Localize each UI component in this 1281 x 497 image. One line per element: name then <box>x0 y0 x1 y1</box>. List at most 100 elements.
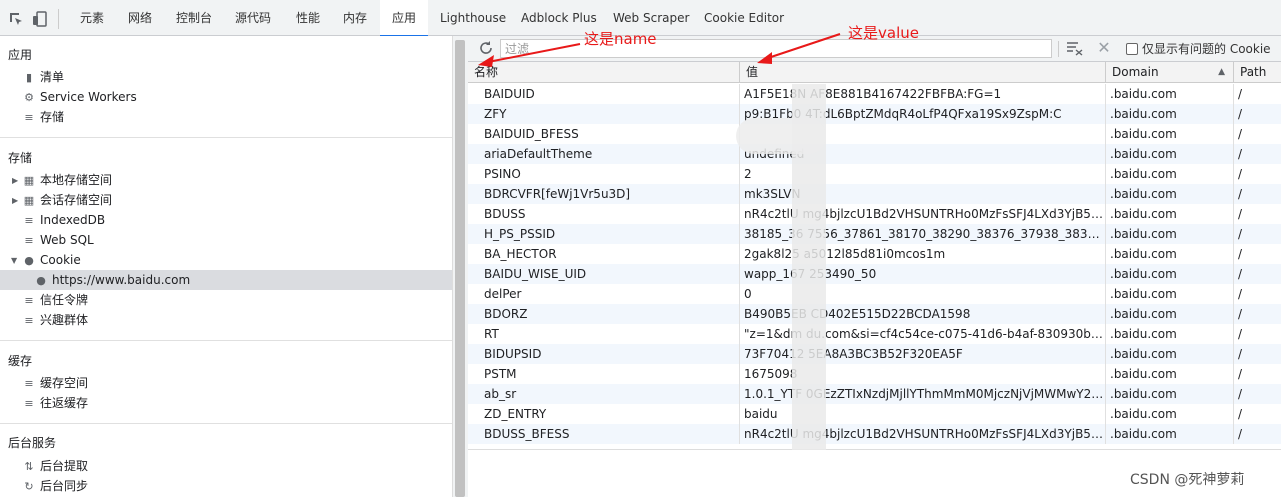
cell-path: / <box>1238 127 1243 141</box>
table-row[interactable]: BDORZ B490B5EB CD402E515D22BCDA1598 .baidu… <box>468 304 1281 324</box>
expand-arrow-icon[interactable]: ▶ <box>12 196 18 205</box>
cookie-icon: ● <box>36 274 46 287</box>
cell-name: BDUSS_BFESS <box>468 424 740 444</box>
up-down-arrows-icon: ⇅ <box>24 460 34 473</box>
tab-performance[interactable]: 性能 <box>296 0 320 36</box>
database-icon: ≡ <box>24 234 34 247</box>
table-row[interactable]: BAIDU_WISE_UID wapp_167 253490_50 .baidu.c… <box>468 264 1281 284</box>
column-header-path[interactable]: Path <box>1234 62 1281 83</box>
tab-memory[interactable]: 内存 <box>343 0 367 36</box>
checkbox-box[interactable] <box>1126 43 1138 55</box>
cell-path: / <box>1238 407 1243 421</box>
device-toolbar-icon[interactable] <box>32 11 48 27</box>
cell-path: / <box>1238 287 1243 301</box>
table-row[interactable]: RT "z=1&dm du.com&si=cf4c54ce-c075-41d6-b… <box>468 324 1281 344</box>
cell-path: / <box>1238 247 1243 261</box>
table-row[interactable]: ZFY p9:B1Fb0 4T:dL6BptZMdqR4oLfP4QFxa19Sx… <box>468 104 1281 124</box>
table-row[interactable]: BDUSS nR4c2tlU mg4bjlzcU1Bd2VHSUNTRHo0MzF… <box>468 204 1281 224</box>
inspect-element-icon[interactable] <box>8 11 24 27</box>
cell-name: BA_HECTOR <box>468 244 740 264</box>
table-row[interactable]: BDRCVFR[feWj1Vr5u3D] mk3SLVN .baidu.com / <box>468 184 1281 204</box>
sidebar-item-cache-storage[interactable]: ≡ 缓存空间 <box>22 373 88 393</box>
cell-name: PSTM <box>468 364 740 384</box>
cell-name: PSINO <box>468 164 740 184</box>
cell-domain: .baidu.com <box>1106 124 1234 144</box>
cell-name: BDRCVFR[feWj1Vr5u3D] <box>468 184 740 204</box>
tab-lighthouse[interactable]: Lighthouse <box>440 0 506 36</box>
table-row[interactable]: H_PS_PSSID 38185_36 7556_37861_38170_3829… <box>468 224 1281 244</box>
table-row[interactable]: BAIDUID A1F5E18N AF8E881B4167422FBFBA:FG=… <box>468 84 1281 104</box>
cell-name: BIDUPSID <box>468 344 740 364</box>
table-row[interactable]: delPer 0 .baidu.com / <box>468 284 1281 304</box>
cell-name: BAIDU_WISE_UID <box>468 264 740 284</box>
cell-name: RT <box>468 324 740 344</box>
document-icon: ▮ <box>25 71 33 84</box>
tab-elements[interactable]: 元素 <box>80 0 104 36</box>
cookie-table: 名称 值 Domain ▲ Path BAIDUID A1F5E18N AF8E8… <box>468 62 1281 450</box>
sidebar-item-service-workers[interactable]: ⚙ Service Workers <box>22 87 137 107</box>
redaction-blur <box>736 118 826 154</box>
annotation-value-label: 这是value <box>848 24 919 42</box>
filter-field[interactable] <box>500 39 1052 58</box>
table-row[interactable]: BDUSS_BFESS nR4c2tlU mg4bjlzcU1Bd2VHSUNTR… <box>468 424 1281 444</box>
table-row[interactable]: ab_sr 1.0.1_YTF 0GEzZTIxNzdjMjllYThmMmM0M… <box>468 384 1281 404</box>
database-icon: ≡ <box>24 377 34 390</box>
cell-path: / <box>1238 387 1243 401</box>
sidebar-item-storage[interactable]: ≡ 存储 <box>22 107 64 127</box>
database-icon: ≡ <box>24 314 34 327</box>
gear-icon: ⚙ <box>24 91 34 104</box>
sidebar-item-interest-groups[interactable]: ≡ 兴趣群体 <box>22 310 88 330</box>
table-row[interactable]: BA_HECTOR 2gak8l25 a5012l85d81i0mcos1m .ba… <box>468 244 1281 264</box>
table-row[interactable]: BIDUPSID 73F70412 5EA8A3BC3B52F320EA5F .ba… <box>468 344 1281 364</box>
tab-application[interactable]: 应用 <box>380 0 429 37</box>
cell-name: BAIDUID_BFESS <box>468 124 740 144</box>
section-title-cache: 缓存 <box>8 354 33 368</box>
table-row[interactable]: PSTM 1675098 .baidu.com / <box>468 364 1281 384</box>
only-issues-checkbox[interactable]: 仅显示有问题的 Cookie <box>1126 40 1271 58</box>
sidebar-item-manifest[interactable]: ▮ 清单 <box>22 67 64 87</box>
cell-path: / <box>1238 87 1243 101</box>
column-header-domain[interactable]: Domain ▲ <box>1106 62 1234 83</box>
application-sidebar: 应用 ▮ 清单 ⚙ Service Workers ≡ 存储 存储 ▶ ▦ 本地存储空间… <box>0 36 452 497</box>
column-header-value[interactable]: 值 <box>740 62 1106 83</box>
sidebar-item-back-forward-cache[interactable]: ≡ 往返缓存 <box>22 393 88 413</box>
tab-console[interactable]: 控制台 <box>176 0 212 36</box>
cell-path: / <box>1238 267 1243 281</box>
sidebar-item-cookie[interactable]: ● Cookie <box>22 250 81 270</box>
watermark: CSDN @死神萝莉 <box>1130 472 1245 488</box>
sidebar-scrollbar[interactable] <box>455 40 465 497</box>
delete-selected-icon[interactable]: ✕ <box>1096 38 1112 58</box>
tab-network[interactable]: 网络 <box>128 0 152 36</box>
sidebar-item-indexeddb[interactable]: ≡ IndexedDB <box>22 210 105 230</box>
table-row[interactable]: ZD_ENTRY baidu .baidu.com / <box>468 404 1281 424</box>
column-header-name[interactable]: 名称 <box>468 62 740 83</box>
cell-path: / <box>1238 207 1243 221</box>
cell-domain: .baidu.com <box>1106 404 1234 424</box>
cell-domain: .baidu.com <box>1106 304 1234 324</box>
tab-sources[interactable]: 源代码 <box>235 0 271 36</box>
refresh-icon[interactable] <box>478 40 494 56</box>
expand-arrow-icon[interactable]: ▶ <box>12 176 18 185</box>
section-divider <box>0 340 452 341</box>
toolbar-divider <box>1058 41 1059 57</box>
table-row[interactable]: PSINO 2 .baidu.com / <box>468 164 1281 184</box>
sidebar-item-web-sql[interactable]: ≡ Web SQL <box>22 230 93 250</box>
cell-domain: .baidu.com <box>1106 344 1234 364</box>
cell-domain: .baidu.com <box>1106 84 1234 104</box>
sidebar-item-cookie-baidu[interactable]: ● https://www.baidu.com <box>0 270 452 290</box>
sidebar-item-local-storage[interactable]: ▦ 本地存储空间 <box>22 170 112 190</box>
section-divider <box>0 137 452 138</box>
cookie-icon: ● <box>24 254 34 267</box>
sidebar-item-background-fetch[interactable]: ⇅ 后台提取 <box>22 456 88 476</box>
sidebar-item-trust-tokens[interactable]: ≡ 信任令牌 <box>22 290 88 310</box>
tab-cookie-editor[interactable]: Cookie Editor <box>704 0 784 36</box>
table-row[interactable]: ariaDefaultTheme undefined .baidu.com / <box>468 144 1281 164</box>
table-row[interactable]: BAIDUID_BFESS .baidu.com / <box>468 124 1281 144</box>
sidebar-item-session-storage[interactable]: ▦ 会话存储空间 <box>22 190 112 210</box>
sidebar-item-background-sync[interactable]: ↻ 后台同步 <box>22 476 88 496</box>
collapse-arrow-icon[interactable]: ▼ <box>11 256 17 265</box>
cell-path: / <box>1238 147 1243 161</box>
cell-domain: .baidu.com <box>1106 104 1234 124</box>
clear-all-cookies-icon[interactable] <box>1066 40 1084 56</box>
cell-name: ZFY <box>468 104 740 124</box>
